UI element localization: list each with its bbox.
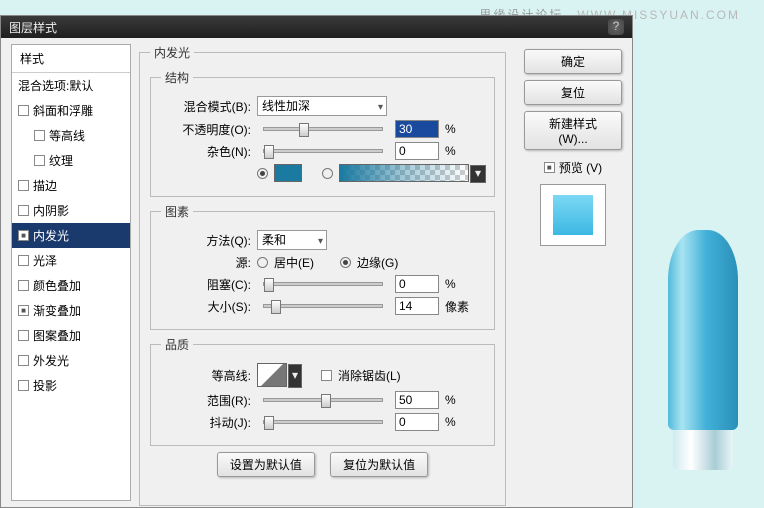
opacity-input[interactable]: 30 — [395, 120, 439, 138]
styles-sidebar: 样式 混合选项:默认 斜面和浮雕等高线纹理描边内阴影内发光光泽颜色叠加渐变叠加图… — [11, 44, 131, 501]
cancel-button[interactable]: 复位 — [524, 80, 622, 105]
source-label: 源: — [161, 254, 251, 271]
style-checkbox[interactable] — [18, 330, 29, 341]
tube-graphic — [668, 230, 738, 470]
choke-input[interactable]: 0 — [395, 275, 439, 293]
gradient-radio[interactable] — [322, 168, 333, 179]
sidebar-item[interactable]: 投影 — [12, 373, 130, 398]
sidebar-item-label: 颜色叠加 — [33, 277, 81, 294]
opacity-slider[interactable] — [263, 127, 383, 131]
size-input[interactable]: 14 — [395, 297, 439, 315]
size-slider[interactable] — [263, 304, 383, 308]
sidebar-item-label: 描边 — [33, 177, 57, 194]
sidebar-item[interactable]: 斜面和浮雕 — [12, 98, 130, 123]
chevron-down-icon[interactable]: ▾ — [288, 364, 302, 388]
antialias-checkbox[interactable] — [321, 370, 332, 381]
quality-group: 品质 等高线: ▾ 消除锯齿(L) 范围(R): 50 % — [150, 336, 495, 446]
sidebar-item[interactable]: 等高线 — [12, 123, 130, 148]
blend-mode-label: 混合模式(B): — [161, 98, 251, 115]
style-checkbox[interactable] — [18, 380, 29, 391]
sidebar-item[interactable]: 图案叠加 — [12, 323, 130, 348]
range-input[interactable]: 50 — [395, 391, 439, 409]
help-icon[interactable]: ? — [608, 19, 624, 35]
sidebar-item-label: 渐变叠加 — [33, 302, 81, 319]
sidebar-item[interactable]: 内发光 — [12, 223, 130, 248]
sidebar-item-label: 光泽 — [33, 252, 57, 269]
sidebar-item-label: 斜面和浮雕 — [33, 102, 93, 119]
right-column: 确定 复位 新建样式(W)... 预览 (V) — [514, 38, 632, 507]
opacity-label: 不透明度(O): — [161, 121, 251, 138]
style-checkbox[interactable] — [18, 105, 29, 116]
sidebar-item[interactable]: 纹理 — [12, 148, 130, 173]
method-label: 方法(Q): — [161, 232, 251, 249]
style-checkbox[interactable] — [34, 130, 45, 141]
style-checkbox[interactable] — [18, 305, 29, 316]
sidebar-item-label: 投影 — [33, 377, 57, 394]
style-checkbox[interactable] — [34, 155, 45, 166]
sidebar-item-label: 内发光 — [33, 227, 69, 244]
preview-label: 预览 (V) — [559, 159, 602, 176]
panel-title: 内发光 — [150, 44, 194, 61]
sidebar-item[interactable]: 渐变叠加 — [12, 298, 130, 323]
noise-slider[interactable] — [263, 149, 383, 153]
sidebar-blend-options[interactable]: 混合选项:默认 — [12, 73, 130, 98]
color-swatch[interactable] — [274, 164, 302, 182]
sidebar-item-label: 图案叠加 — [33, 327, 81, 344]
contour-picker[interactable]: ▾ — [257, 363, 287, 387]
noise-input[interactable]: 0 — [395, 142, 439, 160]
jitter-input[interactable]: 0 — [395, 413, 439, 431]
jitter-label: 抖动(J): — [161, 414, 251, 431]
chevron-down-icon[interactable]: ▾ — [470, 165, 486, 183]
make-default-button[interactable]: 设置为默认值 — [217, 452, 315, 477]
new-style-button[interactable]: 新建样式(W)... — [524, 111, 622, 150]
style-checkbox[interactable] — [18, 205, 29, 216]
sidebar-item[interactable]: 光泽 — [12, 248, 130, 273]
dialog-title: 图层样式 — [9, 19, 57, 36]
structure-group: 结构 混合模式(B): 线性加深 不透明度(O): 30 % 杂色(N): — [150, 69, 495, 197]
sidebar-header[interactable]: 样式 — [12, 45, 130, 73]
range-label: 范围(R): — [161, 392, 251, 409]
noise-label: 杂色(N): — [161, 143, 251, 160]
preview-checkbox[interactable] — [544, 162, 555, 173]
sidebar-item[interactable]: 描边 — [12, 173, 130, 198]
blend-mode-select[interactable]: 线性加深 — [257, 96, 387, 116]
jitter-slider[interactable] — [263, 420, 383, 424]
source-edge-radio[interactable] — [340, 257, 351, 268]
sidebar-item[interactable]: 颜色叠加 — [12, 273, 130, 298]
style-checkbox[interactable] — [18, 180, 29, 191]
contour-label: 等高线: — [161, 367, 251, 384]
sidebar-item-label: 纹理 — [49, 152, 73, 169]
style-checkbox[interactable] — [18, 280, 29, 291]
reset-default-button[interactable]: 复位为默认值 — [330, 452, 428, 477]
choke-slider[interactable] — [263, 282, 383, 286]
style-checkbox[interactable] — [18, 355, 29, 366]
elements-group: 图素 方法(Q): 柔和 源: 居中(E) 边缘(G) 阻塞(C): — [150, 203, 495, 330]
sidebar-item-label: 外发光 — [33, 352, 69, 369]
choke-label: 阻塞(C): — [161, 276, 251, 293]
sidebar-item-label: 内阴影 — [33, 202, 69, 219]
layer-style-dialog: 图层样式 ? 样式 混合选项:默认 斜面和浮雕等高线纹理描边内阴影内发光光泽颜色… — [0, 15, 633, 508]
method-select[interactable]: 柔和 — [257, 230, 327, 250]
style-checkbox[interactable] — [18, 230, 29, 241]
gradient-swatch[interactable]: ▾ — [339, 164, 469, 182]
style-checkbox[interactable] — [18, 255, 29, 266]
sidebar-item-label: 等高线 — [49, 127, 85, 144]
size-label: 大小(S): — [161, 298, 251, 315]
source-center-radio[interactable] — [257, 257, 268, 268]
sidebar-item[interactable]: 外发光 — [12, 348, 130, 373]
sidebar-item[interactable]: 内阴影 — [12, 198, 130, 223]
preview-thumbnail — [540, 184, 606, 246]
range-slider[interactable] — [263, 398, 383, 402]
color-radio[interactable] — [257, 168, 268, 179]
main-panel: 内发光 结构 混合模式(B): 线性加深 不透明度(O): 30 % 杂色(N) — [131, 38, 514, 507]
titlebar[interactable]: 图层样式 ? — [1, 16, 632, 38]
ok-button[interactable]: 确定 — [524, 49, 622, 74]
